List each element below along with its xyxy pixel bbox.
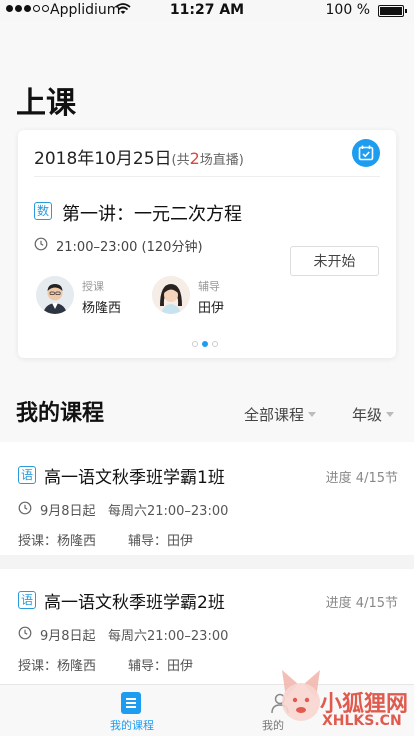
course-title: 高一语文秋季班学霸2班 bbox=[44, 593, 225, 613]
teacher-name: 杨隆西 bbox=[82, 301, 122, 316]
course-progress: 进度 4/15节 bbox=[325, 471, 398, 486]
course-subject-badge: 语 bbox=[18, 466, 36, 484]
lesson-date: 2018年10月25日(共2场直播) bbox=[34, 144, 244, 169]
tutor-name: 田伊 bbox=[198, 301, 225, 316]
page-dot[interactable] bbox=[212, 341, 218, 347]
course-tutor: 辅导：田伊 bbox=[128, 534, 194, 549]
course-schedule: 9月8日起 每周六21:00–23:00 bbox=[40, 629, 229, 644]
course-tutor: 辅导：田伊 bbox=[128, 659, 194, 674]
course-subject-badge: 语 bbox=[18, 591, 36, 609]
filter-all-label: 全部课程 bbox=[244, 406, 305, 424]
subject-badge: 数 bbox=[34, 202, 52, 220]
live-count: 2 bbox=[189, 149, 200, 168]
teacher-avatar[interactable] bbox=[36, 276, 74, 314]
dropdown-triangle-icon bbox=[308, 412, 317, 417]
course-teacher: 授课：杨隆西 bbox=[18, 534, 97, 549]
live-suffix: 场直播) bbox=[199, 153, 244, 168]
calendar-button[interactable] bbox=[352, 139, 380, 167]
book-icon bbox=[121, 692, 141, 714]
tutor-role: 辅导 bbox=[198, 280, 220, 293]
tutor-avatar[interactable] bbox=[152, 276, 190, 314]
not-started-button[interactable]: 未开始 bbox=[290, 246, 379, 276]
course-separator bbox=[0, 555, 414, 569]
battery-tip bbox=[405, 9, 407, 13]
dropdown-triangle-icon bbox=[386, 412, 395, 417]
lesson-title: 第一讲：一元二次方程 bbox=[62, 204, 242, 225]
watermark-text-en: XHLKS.CN bbox=[322, 713, 402, 729]
course-item[interactable]: 语 高一语文秋季班学霸1班 进度 4/15节 9月8日起 每周六21:00–23… bbox=[0, 442, 414, 555]
calendar-icon bbox=[358, 145, 374, 161]
course-teacher: 授课：杨隆西 bbox=[18, 659, 97, 674]
course-progress: 进度 4/15节 bbox=[325, 596, 398, 611]
page-dot-active[interactable] bbox=[202, 341, 208, 347]
battery-percent: 100 % bbox=[325, 2, 370, 18]
live-prefix: (共 bbox=[171, 153, 190, 168]
card-divider bbox=[34, 176, 380, 177]
battery-icon bbox=[378, 5, 404, 17]
clock-icon bbox=[18, 501, 32, 515]
clock-icon bbox=[34, 237, 48, 251]
page-title: 上课 bbox=[16, 86, 76, 121]
page-indicator[interactable] bbox=[192, 341, 218, 347]
lesson-time: 21:00–23:00 (120分钟) bbox=[56, 240, 203, 255]
clock-icon bbox=[18, 626, 32, 640]
filter-all-courses[interactable]: 全部课程 bbox=[244, 404, 317, 425]
date-text: 2018年10月25日 bbox=[34, 149, 172, 169]
filter-grade[interactable]: 年级 bbox=[352, 404, 395, 425]
my-courses-title: 我的课程 bbox=[16, 401, 105, 426]
status-bar: Applidium 11:27 AM 100 % bbox=[0, 0, 414, 22]
tab-my-courses-label: 我的课程 bbox=[110, 719, 154, 732]
course-schedule: 9月8日起 每周六21:00–23:00 bbox=[40, 504, 229, 519]
course-title: 高一语文秋季班学霸1班 bbox=[44, 468, 225, 488]
filter-grade-label: 年级 bbox=[352, 406, 383, 424]
teacher-role: 授课 bbox=[82, 280, 104, 293]
page-dot[interactable] bbox=[192, 341, 198, 347]
lesson-card[interactable]: 2018年10月25日(共2场直播) 数 第一讲：一元二次方程 21:00–23… bbox=[18, 130, 396, 358]
